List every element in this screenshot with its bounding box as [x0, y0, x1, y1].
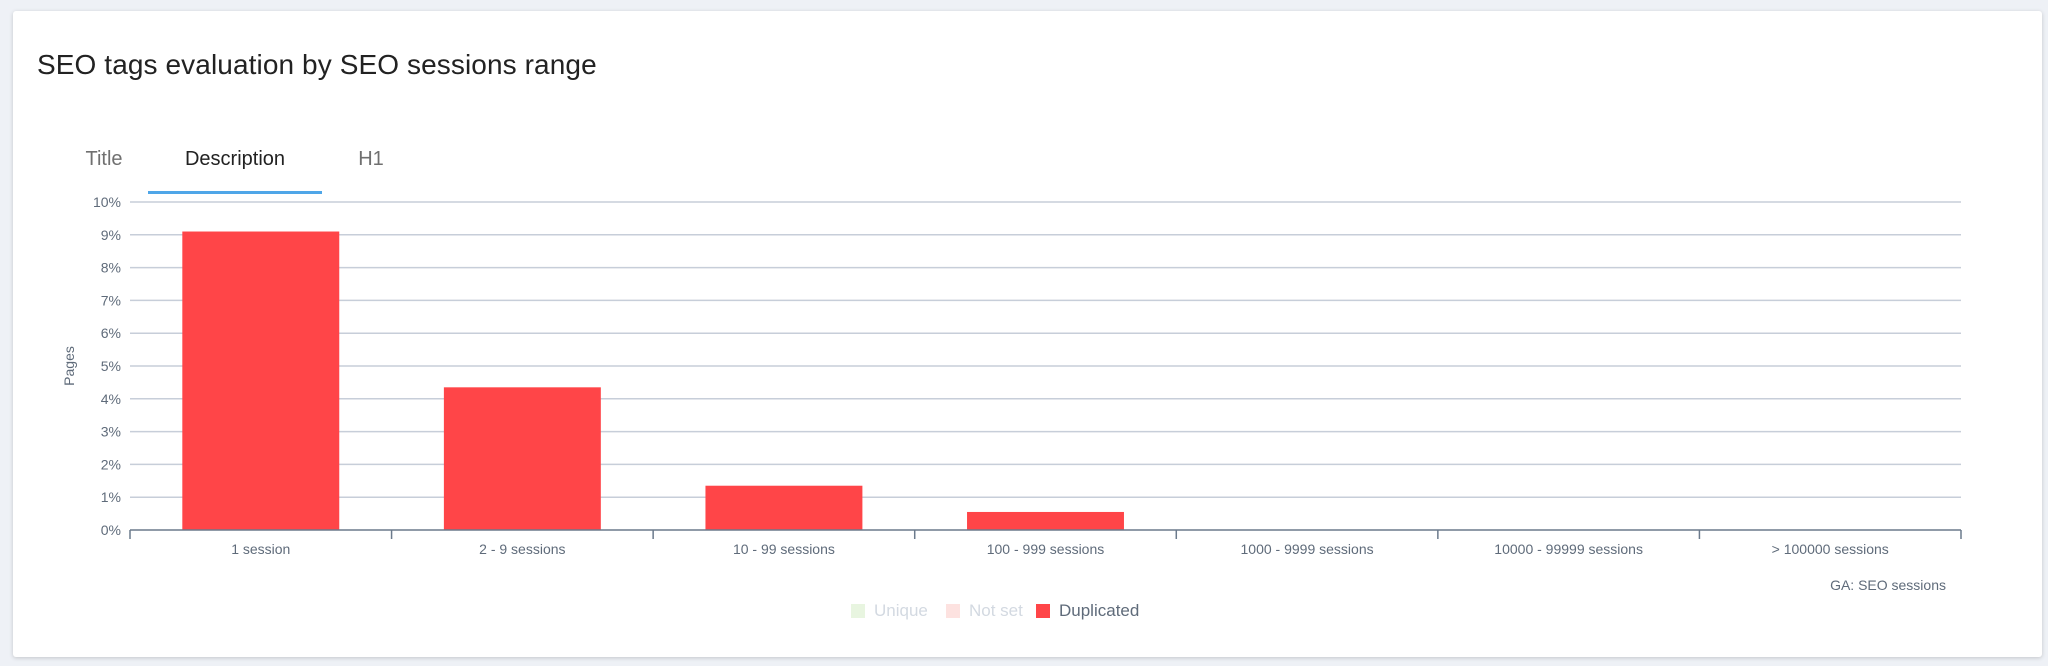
legend-swatch-unique [851, 604, 865, 618]
y-tick-label: 9% [101, 227, 121, 243]
y-tick-label: 7% [101, 292, 121, 308]
x-tick-label: 2 - 9 sessions [479, 541, 565, 557]
x-tick-label: 10000 - 99999 sessions [1494, 541, 1643, 557]
legend-item-duplicated[interactable]: Duplicated [1036, 601, 1139, 621]
y-tick-label: 6% [101, 325, 121, 341]
legend-label-duplicated: Duplicated [1059, 601, 1140, 620]
x-tick-label: 10 - 99 sessions [733, 541, 835, 557]
chart-legend: Unique Not set Duplicated [13, 601, 2042, 625]
bar-duplicated [967, 511, 1124, 530]
bar-duplicated [182, 231, 340, 530]
x-axis-title: GA: SEO sessions [1830, 577, 1946, 593]
x-tick-label: 1 session [231, 541, 290, 557]
legend-label-not-set: Not set [969, 601, 1023, 620]
y-tick-label: 1% [101, 489, 121, 505]
chart-card: SEO tags evaluation by SEO sessions rang… [13, 11, 2042, 657]
legend-label-unique: Unique [874, 601, 928, 620]
legend-item-not-set[interactable]: Not set [946, 601, 1023, 621]
legend-swatch-not-set [946, 604, 960, 618]
x-tick-label: 100 - 999 sessions [987, 541, 1105, 557]
y-tick-label: 2% [101, 456, 121, 472]
bar-duplicated [443, 387, 601, 530]
y-tick-label: 5% [101, 358, 121, 374]
y-tick-label: 0% [101, 522, 121, 538]
y-axis-title: Pages [61, 346, 77, 386]
y-tick-label: 10% [93, 194, 121, 210]
x-tick-label: 1000 - 9999 sessions [1241, 541, 1374, 557]
y-tick-label: 3% [101, 424, 121, 440]
y-tick-label: 8% [101, 260, 121, 276]
y-tick-label: 4% [101, 391, 121, 407]
x-tick-label: > 100000 sessions [1772, 541, 1889, 557]
legend-item-unique[interactable]: Unique [851, 601, 928, 621]
bar-duplicated [705, 485, 863, 530]
legend-swatch-duplicated [1036, 604, 1050, 618]
bar-chart: 0% 1% 2% 3% 4% 5% 6% 7% 8% 9% 10% Pages 1 session 2 -… [61, 194, 1962, 557]
